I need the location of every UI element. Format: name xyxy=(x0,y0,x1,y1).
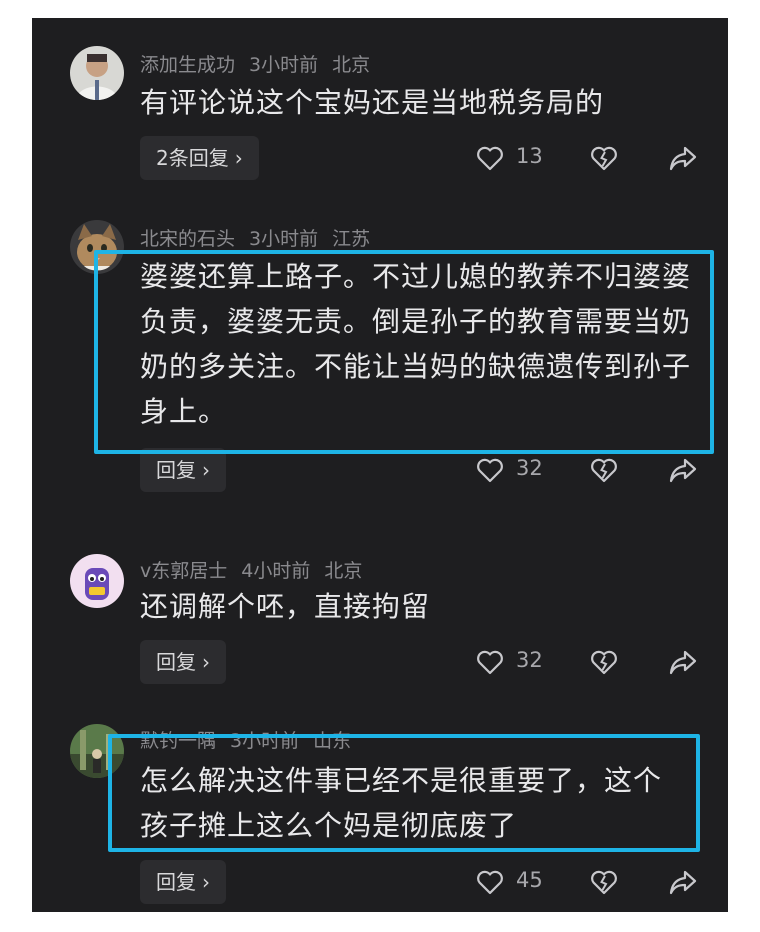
like-count: 32 xyxy=(516,648,543,672)
location: 江苏 xyxy=(332,228,371,250)
reply-label: 回复 xyxy=(156,458,196,482)
share-arrow-icon[interactable] xyxy=(668,648,698,676)
chevron-right-icon: › xyxy=(234,146,243,170)
broken-heart-icon[interactable] xyxy=(590,145,618,171)
comment-text: 有评论说这个宝妈还是当地税务局的 xyxy=(140,86,605,119)
reply-button[interactable]: 回复 › xyxy=(140,448,226,492)
avatar[interactable] xyxy=(70,46,124,100)
comment-meta: 添加生成功 3小时前 北京 xyxy=(140,50,384,77)
heart-outline-icon[interactable] xyxy=(476,457,504,483)
heart-outline-icon[interactable] xyxy=(476,649,504,675)
timestamp: 3小时前 xyxy=(249,54,319,76)
avatar[interactable] xyxy=(70,220,124,274)
chevron-right-icon: › xyxy=(202,650,210,674)
share-arrow-icon[interactable] xyxy=(668,456,698,484)
comment-actions: 32 xyxy=(472,640,722,684)
chevron-right-icon: › xyxy=(202,458,210,482)
like-count: 32 xyxy=(516,456,543,480)
location: 北京 xyxy=(332,54,371,76)
chevron-right-icon: › xyxy=(202,870,210,894)
username[interactable]: 添加生成功 xyxy=(140,54,235,76)
reply-label: 回复 xyxy=(156,870,196,894)
like-count: 13 xyxy=(516,144,543,168)
broken-heart-icon[interactable] xyxy=(590,457,618,483)
comment-meta: 北宋的石头 3小时前 江苏 xyxy=(140,224,384,251)
timestamp: 3小时前 xyxy=(230,730,300,752)
reply-button[interactable]: 回复 › xyxy=(140,860,226,904)
comment-actions: 45 xyxy=(472,860,722,904)
heart-outline-icon[interactable] xyxy=(476,869,504,895)
avatar[interactable] xyxy=(70,724,124,778)
share-arrow-icon[interactable] xyxy=(668,868,698,896)
like-count: 45 xyxy=(516,868,543,892)
broken-heart-icon[interactable] xyxy=(590,869,618,895)
location: 北京 xyxy=(324,560,363,582)
location: 山东 xyxy=(313,730,352,752)
comment-text: 还调解个呸，直接拘留 xyxy=(140,590,431,623)
comment-actions: 13 xyxy=(472,136,722,180)
avatar[interactable] xyxy=(70,554,124,608)
comment-actions: 32 xyxy=(472,448,722,492)
heart-outline-icon[interactable] xyxy=(476,145,504,171)
username[interactable]: v东郭居士 xyxy=(140,560,227,582)
reply-label: 2条回复 xyxy=(156,146,229,170)
comment-meta: v东郭居士 4小时前 北京 xyxy=(140,556,376,583)
comment-text: 婆婆还算上路子。不过儿媳的教养不归婆婆负责，婆婆无责。倒是孙子的教育需要当奶奶的… xyxy=(140,260,692,428)
timestamp: 4小时前 xyxy=(241,560,311,582)
username[interactable]: 默钓一隅 xyxy=(140,730,216,752)
share-arrow-icon[interactable] xyxy=(668,144,698,172)
username[interactable]: 北宋的石头 xyxy=(140,228,235,250)
comment-text: 怎么解决这件事已经不是很重要了，这个孩子摊上这么个妈是彻底废了 xyxy=(140,764,663,842)
reply-label: 回复 xyxy=(156,650,196,674)
timestamp: 3小时前 xyxy=(249,228,319,250)
reply-button[interactable]: 回复 › xyxy=(140,640,226,684)
broken-heart-icon[interactable] xyxy=(590,649,618,675)
comment-meta: 默钓一隅 3小时前 山东 xyxy=(140,726,365,753)
comment-list: 添加生成功3小时前北京 有评论说这个宝妈还是当地税务局的 2条回复› 13 xyxy=(32,18,728,912)
reply-button[interactable]: 2条回复 › xyxy=(140,136,259,180)
